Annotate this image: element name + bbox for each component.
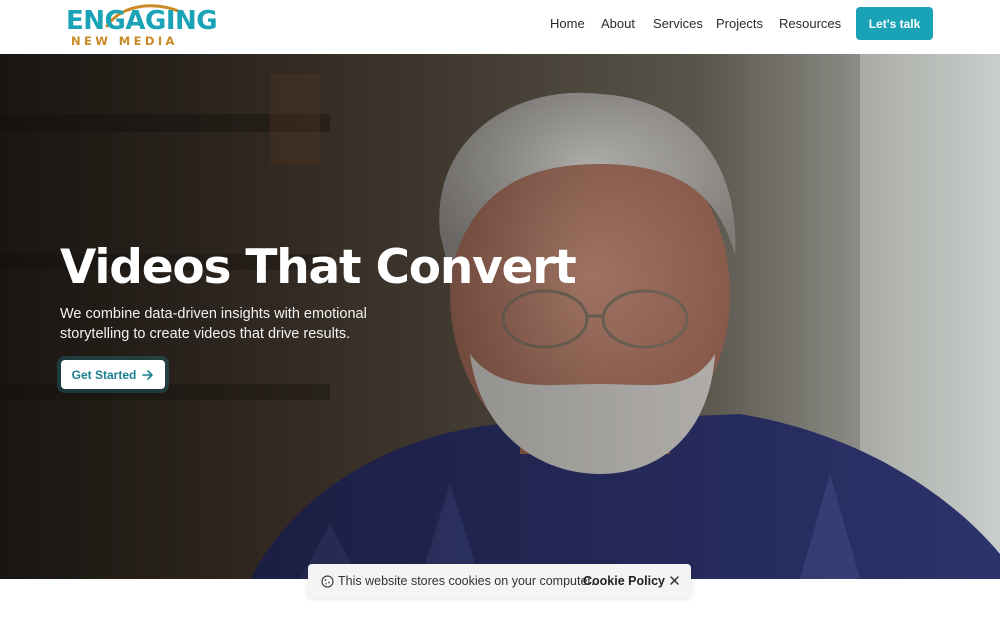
close-icon[interactable]	[668, 574, 681, 587]
logo-wordmark: ENGAGING	[66, 6, 218, 36]
get-started-label: Get Started	[71, 367, 137, 382]
logo[interactable]: ENGAGING NEW MEDIA	[66, 2, 218, 48]
nav-projects[interactable]: Projects	[716, 16, 763, 31]
hero-title: Videos That Convert	[60, 240, 577, 295]
cookie-icon	[321, 575, 334, 588]
site-header: ENGAGING NEW MEDIA Home About Services P…	[0, 0, 1000, 54]
lets-talk-button[interactable]: Let's talk	[856, 7, 933, 40]
get-started-button[interactable]: Get Started	[61, 360, 165, 389]
cookie-policy-link[interactable]: Cookie Policy	[583, 574, 665, 588]
hero-section: Videos That Convert We combine data-driv…	[0, 54, 1000, 579]
logo-tagline: NEW MEDIA	[71, 34, 178, 48]
nav-services[interactable]: Services	[653, 16, 703, 31]
arrow-right-icon	[142, 369, 154, 380]
cookie-message: This website stores cookies on your comp…	[338, 574, 595, 588]
cookie-banner: This website stores cookies on your comp…	[308, 564, 691, 598]
nav-resources[interactable]: Resources	[779, 16, 841, 31]
nav-about[interactable]: About	[601, 16, 635, 31]
hero-subtitle: We combine data-driven insights with emo…	[60, 306, 367, 342]
nav-home[interactable]: Home	[550, 16, 585, 31]
